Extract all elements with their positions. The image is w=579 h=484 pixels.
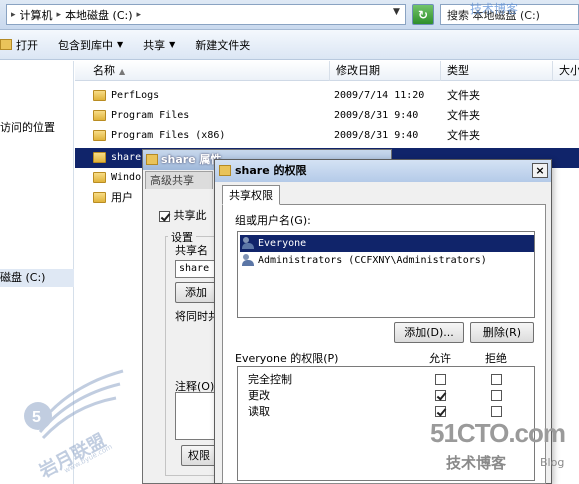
close-icon: × bbox=[535, 164, 545, 177]
breadcrumb-arrow-icon: ▸ bbox=[56, 9, 62, 20]
column-header-size[interactable]: 大小 bbox=[553, 61, 579, 81]
breadcrumb-computer[interactable]: 计算机 bbox=[20, 7, 53, 23]
new-folder-button[interactable]: 新建文件夹 bbox=[185, 30, 260, 60]
command-bar: 打开 包含到库中 ▼ 共享 ▼ 新建文件夹 bbox=[0, 30, 579, 60]
folder-icon bbox=[93, 172, 106, 183]
allow-checkbox[interactable] bbox=[435, 406, 446, 417]
permission-name: 读取 bbox=[248, 405, 270, 418]
user-group-icon bbox=[242, 237, 255, 249]
breadcrumb-arrow-icon: ▸ bbox=[11, 9, 16, 20]
file-row[interactable]: Program Files 2009/8/31 9:40 文件夹 bbox=[75, 106, 579, 126]
file-date: 2009/7/14 11:20 bbox=[334, 90, 425, 101]
user-item-administrators[interactable]: Administrators (CCFXNY\Administrators) bbox=[240, 252, 534, 269]
add-user-button[interactable]: 添加(D)... bbox=[394, 322, 464, 343]
share-this-folder-label: 共享此 bbox=[173, 209, 207, 222]
user-item-everyone[interactable]: Everyone bbox=[240, 235, 534, 252]
folder-icon bbox=[93, 110, 106, 121]
chevron-down-icon: ▼ bbox=[169, 40, 176, 49]
column-header-type[interactable]: 类型 bbox=[441, 61, 553, 81]
permission-name: 更改 bbox=[248, 389, 270, 402]
permission-name: 完全控制 bbox=[248, 373, 292, 386]
site-watermark-blog: Blog bbox=[540, 456, 565, 469]
include-library-button[interactable]: 包含到库中 ▼ bbox=[48, 30, 133, 60]
deny-checkbox[interactable] bbox=[491, 374, 502, 385]
file-row[interactable]: Program Files (x86) 2009/8/31 9:40 文件夹 bbox=[75, 126, 579, 146]
file-name: Program Files (x86) bbox=[111, 130, 226, 141]
comment-field[interactable] bbox=[175, 392, 217, 440]
deny-checkbox[interactable] bbox=[491, 406, 502, 417]
navigation-pane: 访问的位置 磁盘 (C:) bbox=[0, 61, 74, 484]
blog-watermark: 技术博客 bbox=[470, 2, 519, 16]
permissions-titlebar[interactable]: share 的权限 × bbox=[215, 160, 551, 182]
address-bar: ▸ 计算机 ▸ 本地磁盘 (C:) ▸ ▼ ↻ 搜索 本地磁盘 (C:) 技术博… bbox=[0, 0, 579, 30]
permission-row-change: 更改 bbox=[238, 388, 534, 404]
file-date: 2009/8/31 9:40 bbox=[334, 130, 419, 141]
sort-ascending-icon: ▲ bbox=[119, 67, 126, 76]
file-row[interactable]: PerfLogs 2009/7/14 11:20 文件夹 bbox=[75, 86, 579, 106]
folder-icon bbox=[93, 130, 106, 141]
file-name: Program Files bbox=[111, 110, 190, 121]
refresh-icon: ↻ bbox=[417, 7, 429, 22]
chevron-down-icon[interactable]: ▼ bbox=[393, 7, 400, 17]
open-button[interactable]: 打开 bbox=[0, 30, 48, 60]
column-header-date[interactable]: 修改日期 bbox=[330, 61, 441, 81]
share-this-folder-checkbox[interactable]: 共享此 bbox=[159, 207, 207, 223]
close-button[interactable]: × bbox=[532, 163, 548, 178]
file-type: 文件夹 bbox=[447, 129, 480, 142]
group-user-label: 组或用户名(G): bbox=[235, 214, 311, 227]
new-folder-label: 新建文件夹 bbox=[195, 38, 251, 52]
breadcrumb[interactable]: ▸ 计算机 ▸ 本地磁盘 (C:) ▸ bbox=[6, 4, 406, 25]
file-type: 文件夹 bbox=[447, 89, 480, 102]
column-header-name[interactable]: 名称 ▲ bbox=[75, 61, 330, 81]
allow-header: 允许 bbox=[429, 352, 451, 365]
include-library-label: 包含到库中 bbox=[58, 38, 113, 52]
remove-user-button[interactable]: 删除(R) bbox=[470, 322, 534, 343]
advanced-sharing-title: share 属性 bbox=[161, 153, 222, 166]
permission-row-full-control: 完全控制 bbox=[238, 372, 534, 388]
folder-open-icon bbox=[0, 39, 12, 50]
folder-icon bbox=[146, 154, 158, 165]
refresh-button[interactable]: ↻ bbox=[412, 4, 434, 25]
user-limit-label: 将同时共 bbox=[175, 310, 219, 323]
share-name-field[interactable]: share bbox=[175, 260, 217, 278]
permissions-for-label: Everyone 的权限(P) bbox=[235, 352, 339, 365]
permissions-title: share 的权限 bbox=[235, 164, 307, 177]
user-group-icon bbox=[242, 254, 255, 266]
folder-icon bbox=[93, 152, 106, 163]
folder-icon bbox=[93, 192, 106, 203]
file-type: 文件夹 bbox=[447, 109, 480, 122]
add-share-button[interactable]: 添加 bbox=[175, 282, 217, 303]
share-button[interactable]: 共享 ▼ bbox=[133, 30, 185, 60]
file-date: 2009/8/31 9:40 bbox=[334, 110, 419, 121]
checkbox-checked-icon bbox=[159, 210, 170, 222]
open-label: 打开 bbox=[16, 38, 38, 52]
user-list: Everyone Administrators (CCFXNY\Administ… bbox=[237, 231, 535, 318]
folder-icon bbox=[219, 165, 231, 176]
chevron-down-icon: ▼ bbox=[117, 40, 124, 49]
nav-item-local-disk[interactable]: 磁盘 (C:) bbox=[0, 269, 74, 287]
column-header-bar: 名称 ▲ 修改日期 类型 大小 bbox=[75, 61, 579, 81]
deny-header: 拒绝 bbox=[485, 352, 507, 365]
allow-checkbox[interactable] bbox=[435, 390, 446, 401]
nav-item-recent-places[interactable]: 访问的位置 bbox=[0, 119, 55, 135]
site-watermark-sub: 技术博客 bbox=[446, 454, 507, 472]
share-label: 共享 bbox=[143, 38, 166, 52]
allow-checkbox[interactable] bbox=[435, 374, 446, 385]
deny-checkbox[interactable] bbox=[491, 390, 502, 401]
user-name: Administrators (CCFXNY\Administrators) bbox=[258, 255, 487, 266]
tab-advanced-sharing[interactable]: 高级共享 bbox=[145, 171, 213, 189]
permissions-button[interactable]: 权限 bbox=[181, 445, 217, 466]
share-name-label: 共享名 bbox=[175, 244, 208, 257]
file-name: PerfLogs bbox=[111, 90, 160, 101]
site-watermark: 51CTO.com bbox=[430, 418, 566, 448]
folder-icon bbox=[93, 90, 106, 101]
breadcrumb-local-disk[interactable]: 本地磁盘 (C:) bbox=[65, 7, 132, 23]
tab-share-permissions[interactable]: 共享权限 bbox=[222, 185, 280, 205]
user-name: Everyone bbox=[258, 238, 307, 249]
column-name-label: 名称 bbox=[93, 64, 115, 77]
breadcrumb-arrow-icon: ▸ bbox=[136, 9, 142, 20]
